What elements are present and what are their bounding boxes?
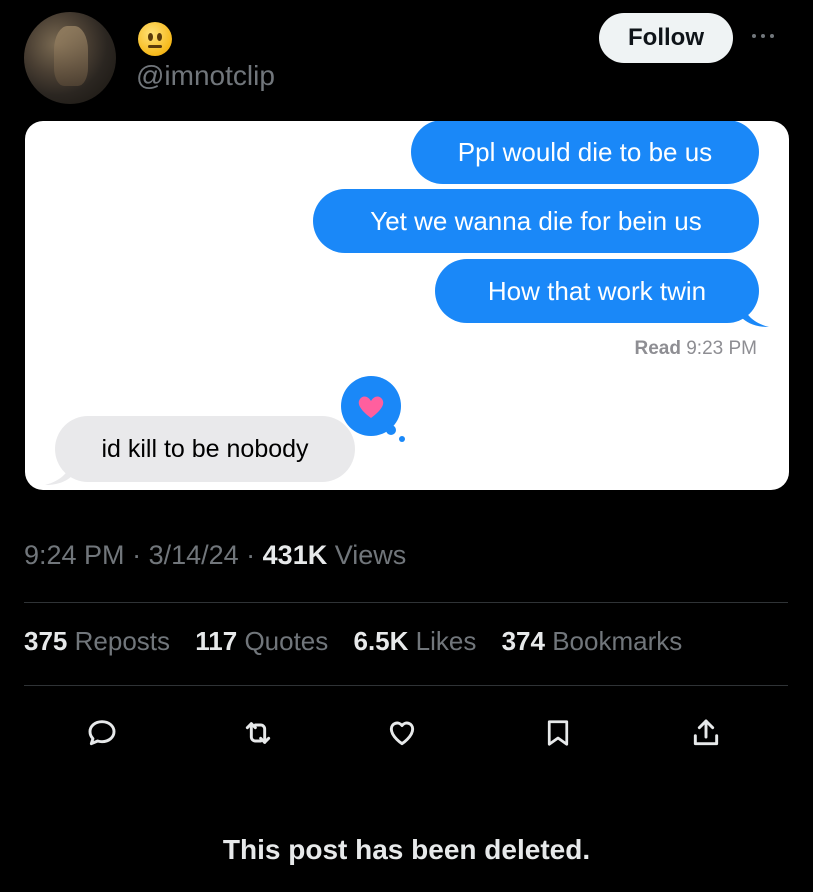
reply-icon[interactable] (82, 713, 122, 753)
bookmarks-stat[interactable]: 374 Bookmarks (502, 626, 683, 656)
engagement-stats: 375 Reposts 117 Quotes 6.5K Likes 374 Bo… (24, 626, 682, 657)
follow-button[interactable]: Follow (599, 13, 733, 63)
post-time: 9:24 PM (24, 540, 125, 570)
views-label: Views (334, 540, 407, 570)
bookmark-icon[interactable] (538, 713, 578, 753)
like-icon[interactable] (382, 713, 422, 753)
sent-message: How that work twin (435, 259, 759, 323)
sent-bubble-tail (741, 299, 769, 327)
divider (24, 685, 788, 686)
divider (24, 602, 788, 603)
sent-message: Yet we wanna die for bein us (313, 189, 759, 253)
deleted-post-notice: This post has been deleted. (222, 834, 591, 865)
avatar[interactable] (24, 12, 116, 104)
likes-stat[interactable]: 6.5K Likes (354, 626, 477, 656)
quotes-stat[interactable]: 117 Quotes (195, 626, 328, 656)
user-handle[interactable]: @imnotclip (136, 60, 275, 92)
share-icon[interactable] (686, 713, 726, 753)
post-metadata: 9:24 PM · 3/14/24 · 431K Views (24, 540, 407, 570)
message-screenshot: Ppl would die to be us Yet we wanna die … (25, 121, 789, 490)
read-receipt: Read 9:23 PM (634, 338, 757, 359)
more-options-icon[interactable] (752, 34, 774, 38)
neutral-face-emoji-icon (138, 22, 172, 56)
views-count: 431K (262, 540, 328, 570)
received-message: id kill to be nobody (55, 416, 355, 482)
post-date: 3/14/24 (148, 540, 239, 570)
reposts-stat[interactable]: 375 Reposts (24, 626, 170, 656)
repost-icon[interactable] (238, 713, 278, 753)
sent-message: Ppl would die to be us (411, 121, 759, 184)
